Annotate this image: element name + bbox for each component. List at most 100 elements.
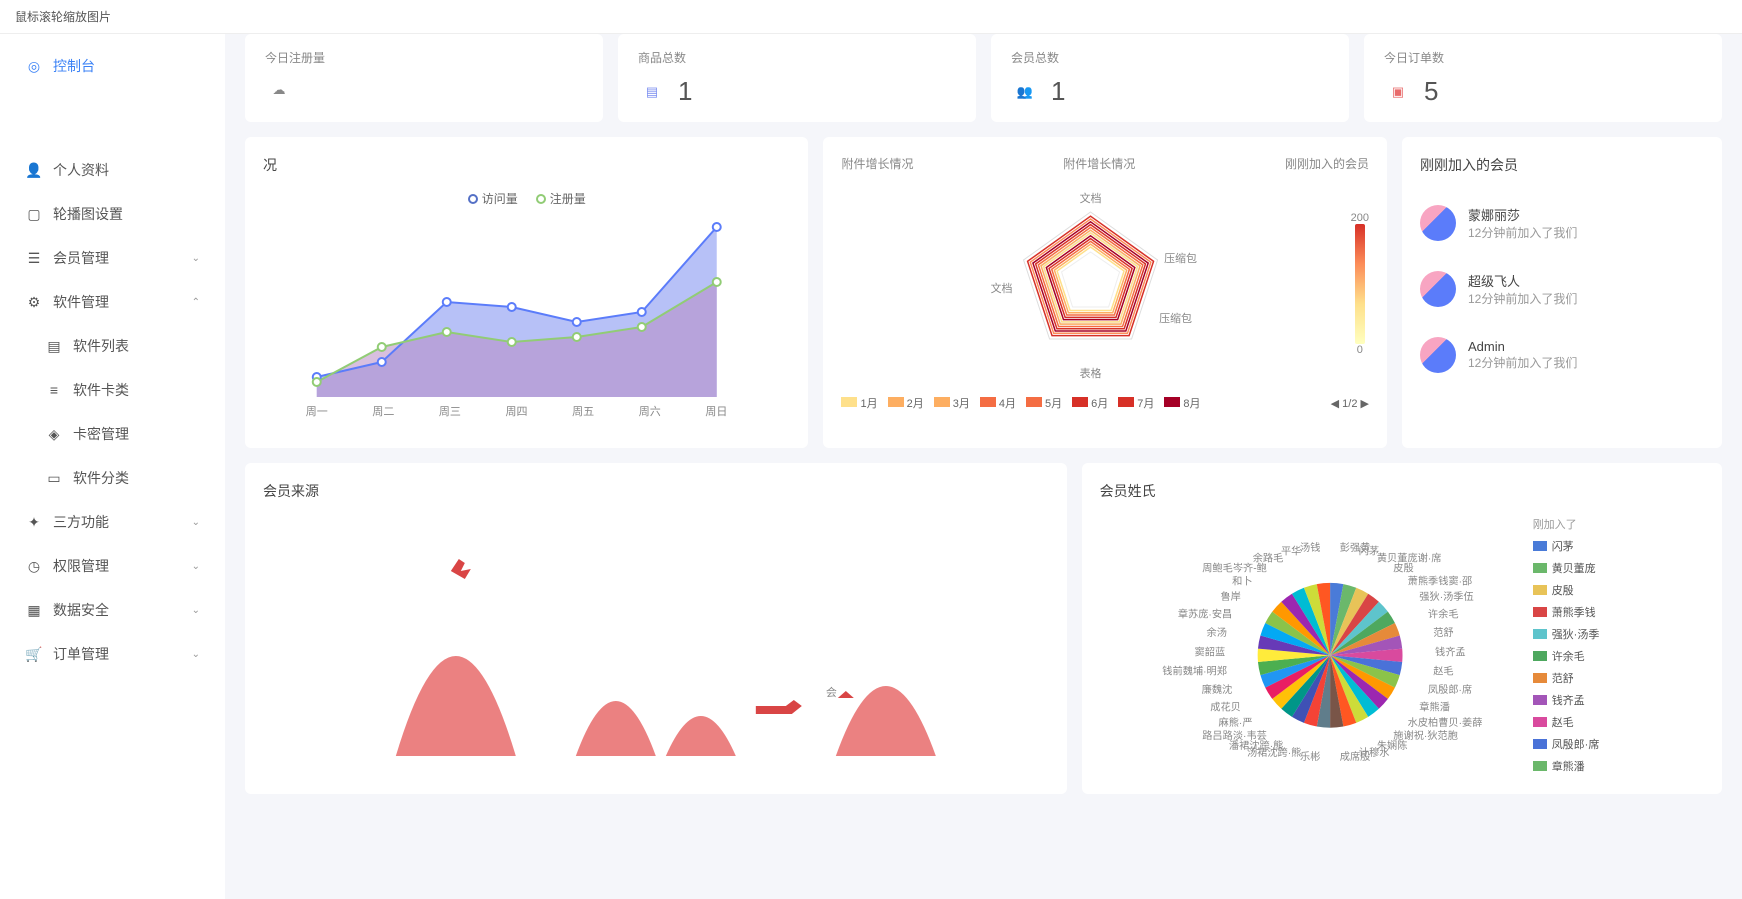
- sidebar-label: 软件卡类: [73, 380, 129, 400]
- svg-text:廉魏沈: 廉魏沈: [1201, 683, 1232, 696]
- page-header: 鼠标滚轮缩放图片: [0, 0, 1742, 34]
- dashboard-icon: ◎: [25, 58, 43, 75]
- panel-member-surname: 会员姓氏 彭强黄闪茅黄贝董庞谢·席皮殷萧熊季钱窦·邵强狄·汤季伍许余毛范舒钱齐孟…: [1082, 463, 1722, 794]
- legend-item[interactable]: 皮殷: [1533, 582, 1600, 598]
- scale-max: 200: [1351, 212, 1369, 224]
- sidebar-item-sw-list[interactable]: ▤ 软件列表: [0, 324, 225, 368]
- stat-card-orders: 今日订单数 ▣ 5: [1364, 34, 1722, 122]
- legend-reg: 注册量: [550, 190, 586, 207]
- sidebar-item-members[interactable]: ☰ 会员管理 ⌄: [0, 236, 225, 280]
- legend-header: 刚加入了: [1533, 516, 1600, 532]
- chevron-down-icon: ⌄: [192, 517, 200, 528]
- pie-legend: 刚加入了 闪茅黄贝董庞皮殷萧熊季钱强狄·汤季许余毛范舒钱齐孟赵毛凤殷郎·席章熊潘: [1523, 516, 1600, 776]
- stat-value: 1: [678, 76, 692, 107]
- member-name: 超级飞人: [1468, 271, 1577, 290]
- pager-next[interactable]: ▶: [1361, 398, 1369, 410]
- stat-card-members: 会员总数 👥 1: [991, 34, 1349, 122]
- member-item[interactable]: 超级飞人12分钟前加入了我们: [1420, 256, 1704, 322]
- legend-item[interactable]: 萧熊季钱: [1533, 604, 1600, 620]
- sidebar-label: 数据安全: [53, 600, 109, 620]
- svg-text:强狄·汤季伍: 强狄·汤季伍: [1419, 590, 1473, 603]
- member-sub: 12分钟前加入了我们: [1468, 290, 1577, 307]
- database-icon: ≡: [45, 382, 63, 398]
- members-icon: 👥: [1011, 78, 1039, 106]
- legend-item[interactable]: 赵毛: [1533, 714, 1600, 730]
- member-item[interactable]: Admin12分钟前加入了我们: [1420, 322, 1704, 388]
- member-item[interactable]: 蒙娜丽莎12分钟前加入了我们: [1420, 190, 1704, 256]
- stat-title: 今日订单数: [1384, 49, 1702, 66]
- sidebar-label: 卡密管理: [73, 424, 129, 444]
- legend-item[interactable]: 范舒: [1533, 670, 1600, 686]
- svg-text:周三: 周三: [439, 405, 461, 418]
- sidebar-label: 权限管理: [53, 556, 109, 576]
- radar-legend: 1月2月3月4月5月6月7月8月◀ 1/2 ▶: [841, 395, 1368, 411]
- sidebar-item-third[interactable]: ✦ 三方功能 ⌄: [0, 500, 225, 544]
- svg-text:钱前魏埔·明郑: 钱前魏埔·明郑: [1162, 665, 1227, 678]
- category-icon: ▭: [45, 470, 63, 487]
- shield-icon: ▦: [25, 602, 43, 619]
- svg-text:许余毛: 许余毛: [1428, 607, 1459, 620]
- svg-text:和卜: 和卜: [1232, 576, 1252, 588]
- svg-text:乐彬: 乐彬: [1300, 750, 1320, 763]
- svg-text:萧熊季钱窦·邵: 萧熊季钱窦·邵: [1407, 575, 1472, 588]
- svg-text:麻熊·严: 麻熊·严: [1218, 716, 1252, 729]
- sidebar-item-carousel[interactable]: ▢ 轮播图设置: [0, 192, 225, 236]
- svg-text:表格: 表格: [1080, 366, 1102, 380]
- svg-text:范舒: 范舒: [1433, 626, 1453, 639]
- pie-svg: 彭强黄闪茅黄贝董庞谢·席皮殷萧熊季钱窦·邵强狄·汤季伍许余毛范舒钱齐孟赵毛凤殷郎…: [1100, 516, 1523, 776]
- plugin-icon: ✦: [25, 514, 43, 531]
- svg-text:余汤: 余汤: [1206, 626, 1226, 639]
- cart-icon: 🛒: [25, 646, 43, 663]
- legend-item[interactable]: 闪茅: [1533, 538, 1600, 554]
- avatar: [1420, 205, 1456, 241]
- svg-text:凤殷郎·席: 凤殷郎·席: [1428, 683, 1472, 696]
- legend-item[interactable]: 黄贝董庞: [1533, 560, 1600, 576]
- legend-item[interactable]: 章熊潘: [1533, 758, 1600, 774]
- sidebar-item-orders[interactable]: 🛒 订单管理 ⌄: [0, 632, 225, 676]
- legend-item[interactable]: 凤殷郎·席: [1533, 736, 1600, 752]
- panel-title: 会员姓氏: [1100, 481, 1704, 501]
- members-icon: ☰: [25, 250, 43, 267]
- sidebar-label: 控制台: [53, 56, 95, 76]
- legend-visit: 访问量: [482, 190, 518, 207]
- sidebar: ◎ 控制台 👤 个人资料 ▢ 轮播图设置 ☰ 会员管理 ⌄ ⚙ 软件管理 ⌃ ▤…: [0, 34, 225, 899]
- stat-title: 今日注册量: [265, 49, 583, 66]
- sidebar-label: 会员管理: [53, 248, 109, 268]
- reg-icon: ☁: [265, 76, 293, 104]
- legend-item[interactable]: 钱齐孟: [1533, 692, 1600, 708]
- svg-text:水皮柏曹贝·姜薛: 水皮柏曹贝·姜薛: [1407, 716, 1482, 729]
- panel-member-source: 会员来源 会: [245, 463, 1067, 794]
- panel-line-chart: 况 访问量 注册量 周一周二周三周四周五周六周日: [245, 137, 808, 448]
- legend-item[interactable]: 强狄·汤季: [1533, 626, 1600, 642]
- sidebar-item-data-safe[interactable]: ▦ 数据安全 ⌄: [0, 588, 225, 632]
- svg-text:余路毛: 余路毛: [1252, 551, 1283, 564]
- chevron-down-icon: ⌄: [192, 561, 200, 572]
- svg-text:成席殷: 成席殷: [1339, 750, 1370, 763]
- sidebar-item-console[interactable]: ◎ 控制台: [0, 44, 225, 88]
- stat-card-reg: 今日注册量 ☁: [245, 34, 603, 122]
- stat-card-goods: 商品总数 ▤ 1: [618, 34, 976, 122]
- radar-title3: 刚刚加入的会员: [1285, 155, 1369, 172]
- chevron-down-icon: ⌄: [192, 605, 200, 616]
- member-name: Admin: [1468, 339, 1577, 354]
- svg-text:章苏庞·安昌: 章苏庞·安昌: [1177, 607, 1231, 620]
- panel-title: 刚刚加入的会员: [1420, 155, 1704, 175]
- svg-text:周一: 周一: [306, 405, 328, 418]
- panel-new-members: 刚刚加入的会员 蒙娜丽莎12分钟前加入了我们超级飞人12分钟前加入了我们Admi…: [1402, 137, 1722, 448]
- svg-text:汤钱: 汤钱: [1300, 541, 1320, 554]
- pager-prev[interactable]: ◀: [1331, 398, 1339, 410]
- stat-value: 1: [1051, 76, 1065, 107]
- sidebar-item-perm[interactable]: ◷ 权限管理 ⌄: [0, 544, 225, 588]
- sidebar-item-software[interactable]: ⚙ 软件管理 ⌃: [0, 280, 225, 324]
- sidebar-label: 轮播图设置: [53, 204, 123, 224]
- svg-text:压缩包: 压缩包: [1165, 252, 1198, 265]
- member-sub: 12分钟前加入了我们: [1468, 354, 1577, 371]
- sidebar-item-profile[interactable]: 👤 个人资料: [0, 148, 225, 192]
- legend-item[interactable]: 许余毛: [1533, 648, 1600, 664]
- sidebar-item-sw-category[interactable]: ▭ 软件分类: [0, 456, 225, 500]
- gear-icon: ⚙: [25, 294, 43, 311]
- svg-text:周五: 周五: [572, 405, 594, 418]
- sidebar-item-sw-cards[interactable]: ≡ 软件卡类: [0, 368, 225, 412]
- sidebar-item-sw-keys[interactable]: ◈ 卡密管理: [0, 412, 225, 456]
- clock-icon: ◷: [25, 558, 43, 575]
